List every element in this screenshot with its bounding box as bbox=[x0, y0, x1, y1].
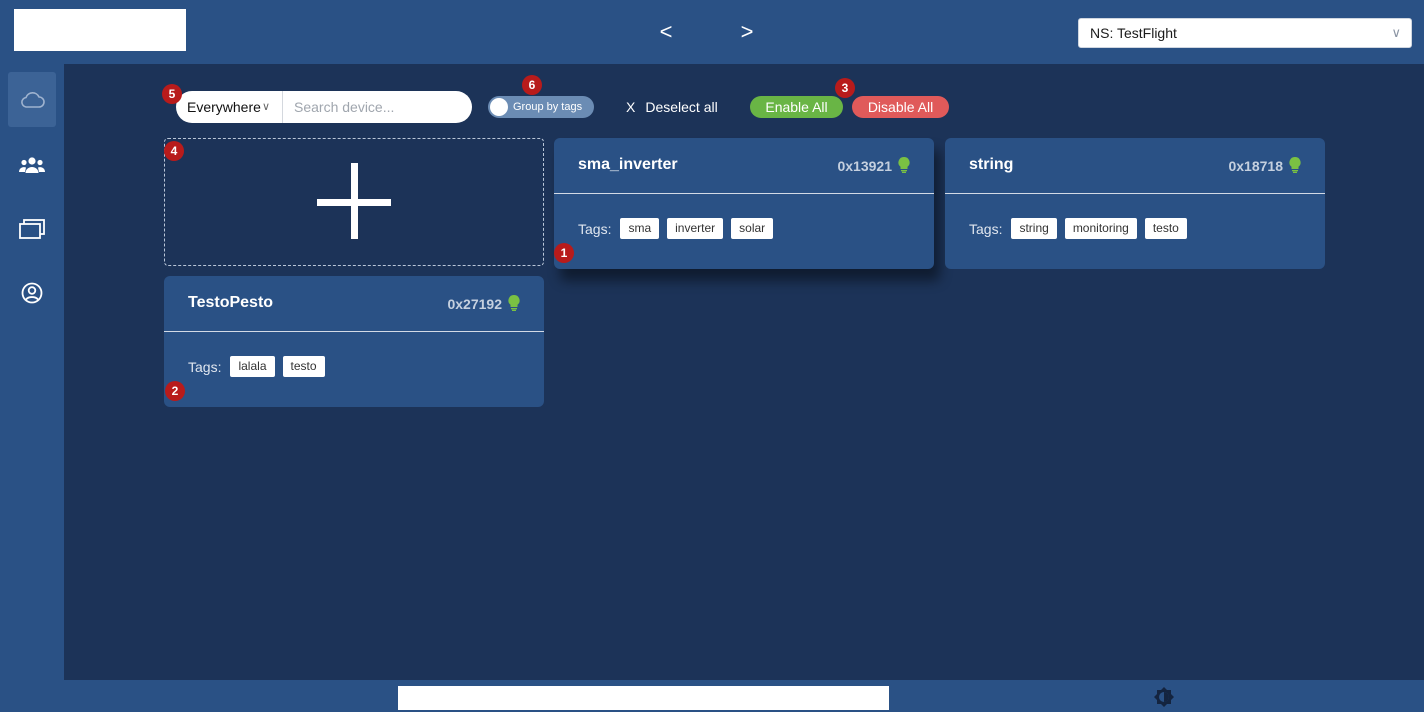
device-address: 0x18718 bbox=[1228, 158, 1283, 174]
search-bar: Everywhere ∨ bbox=[176, 91, 472, 123]
folders-icon bbox=[19, 218, 45, 239]
group-by-tags-label: Group by tags bbox=[513, 101, 583, 113]
tags-label: Tags: bbox=[578, 220, 612, 237]
disable-all-button[interactable]: Disable All bbox=[852, 96, 949, 118]
users-icon bbox=[19, 156, 45, 173]
device-name: sma_inverter bbox=[578, 156, 678, 173]
logo-placeholder bbox=[14, 9, 186, 51]
annotation-marker: 6 bbox=[522, 75, 542, 95]
device-card[interactable]: TestoPesto 0x27192 Tags: lalala testo bbox=[164, 276, 544, 407]
chevron-down-icon: ∨ bbox=[261, 101, 270, 113]
brightness-icon[interactable] bbox=[1153, 686, 1175, 708]
annotation-marker: 3 bbox=[835, 78, 855, 98]
lightbulb-icon bbox=[898, 157, 910, 173]
sidebar-item-users[interactable] bbox=[8, 137, 56, 192]
chevron-down-icon: ∨ bbox=[1391, 25, 1401, 40]
annotation-marker: 2 bbox=[165, 381, 185, 401]
device-card-header: sma_inverter 0x13921 bbox=[554, 138, 934, 194]
cloud-icon bbox=[21, 91, 45, 108]
group-by-tags-toggle[interactable]: Group by tags bbox=[488, 96, 594, 118]
tag-chip[interactable]: lalala bbox=[230, 356, 275, 377]
tag-chip[interactable]: string bbox=[1011, 218, 1057, 239]
scope-value: Everywhere bbox=[187, 99, 261, 115]
plus-icon-bar bbox=[317, 199, 391, 206]
back-arrow-icon[interactable]: < bbox=[654, 20, 678, 44]
tag-chip[interactable]: inverter bbox=[667, 218, 724, 239]
tag-chip[interactable]: testo bbox=[1144, 218, 1187, 239]
enable-all-button[interactable]: Enable All bbox=[750, 96, 843, 118]
device-tags: Tags: lalala testo bbox=[188, 356, 333, 377]
device-name: TestoPesto bbox=[188, 294, 274, 311]
forward-arrow-icon[interactable]: > bbox=[735, 20, 759, 44]
deselect-all-button[interactable]: X Deselect all bbox=[626, 97, 718, 117]
deselect-all-label: Deselect all bbox=[645, 99, 718, 115]
sidebar-item-folders[interactable] bbox=[8, 201, 56, 256]
search-input[interactable] bbox=[283, 92, 463, 122]
tags-label: Tags: bbox=[969, 220, 1003, 237]
annotation-marker: 4 bbox=[164, 141, 184, 161]
annotation-marker: 5 bbox=[162, 84, 182, 104]
tag-chip[interactable]: sma bbox=[620, 218, 660, 239]
annotation-marker: 1 bbox=[554, 243, 574, 263]
device-card-header: string 0x18718 bbox=[945, 138, 1325, 194]
device-address: 0x27192 bbox=[447, 296, 502, 312]
add-device-card[interactable] bbox=[164, 138, 544, 266]
device-card-header: TestoPesto 0x27192 bbox=[164, 276, 544, 332]
device-card[interactable]: sma_inverter 0x13921 Tags: sma inverter … bbox=[554, 138, 934, 269]
tag-chip[interactable]: solar bbox=[731, 218, 774, 239]
device-card[interactable]: string 0x18718 Tags: string monitoring t… bbox=[945, 138, 1325, 269]
scope-select[interactable]: Everywhere ∨ bbox=[176, 91, 283, 123]
bottom-bar bbox=[0, 680, 1424, 712]
sidebar bbox=[0, 64, 64, 680]
device-tags: Tags: sma inverter solar bbox=[578, 218, 781, 239]
toggle-knob bbox=[490, 98, 508, 116]
footer-placeholder bbox=[398, 686, 889, 710]
user-circle-icon bbox=[21, 282, 43, 303]
tag-chip[interactable]: testo bbox=[282, 356, 325, 377]
namespace-select[interactable]: NS: TestFlight ∨ bbox=[1078, 18, 1412, 48]
tags-label: Tags: bbox=[188, 358, 222, 375]
lightbulb-icon bbox=[508, 295, 520, 311]
lightbulb-icon bbox=[1289, 157, 1301, 173]
device-address: 0x13921 bbox=[837, 158, 892, 174]
device-tags: Tags: string monitoring testo bbox=[969, 218, 1195, 239]
tag-chip[interactable]: monitoring bbox=[1064, 218, 1137, 239]
device-name: string bbox=[969, 156, 1014, 173]
top-bar: < > NS: TestFlight ∨ bbox=[0, 0, 1424, 64]
namespace-value: NS: TestFlight bbox=[1090, 25, 1177, 41]
sidebar-item-devices[interactable] bbox=[8, 72, 56, 127]
sidebar-item-account[interactable] bbox=[8, 265, 56, 320]
close-icon: X bbox=[626, 99, 636, 115]
